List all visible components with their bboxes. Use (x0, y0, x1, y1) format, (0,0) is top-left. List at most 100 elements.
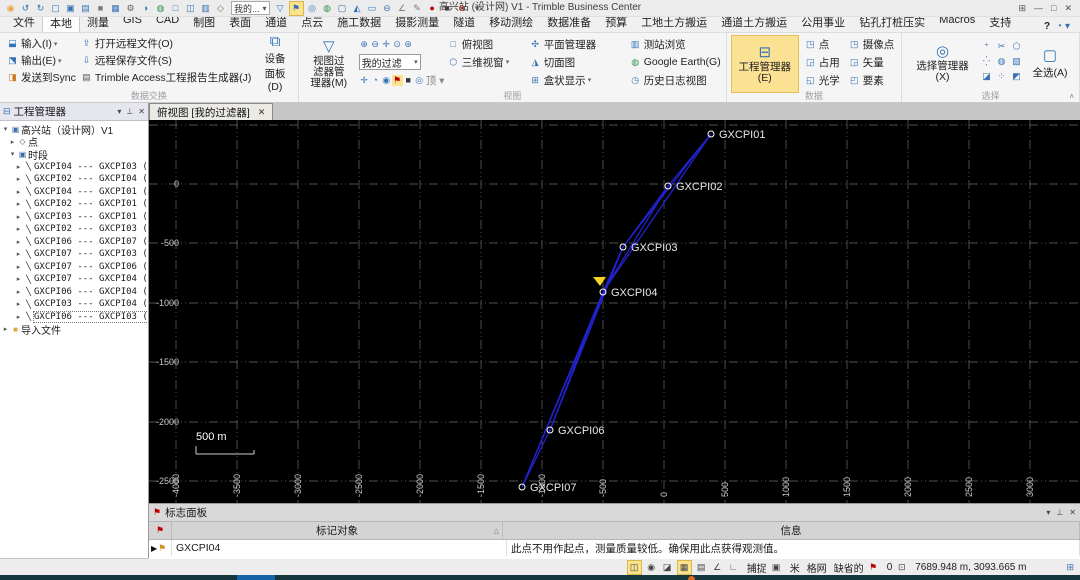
tree-expander-icon[interactable]: ▸ (8, 138, 17, 146)
cutting-plane-button[interactable]: ◮切面图 (527, 54, 627, 71)
eye-icon[interactable]: ◉ (381, 75, 392, 86)
tree-session-item[interactable]: ▸╲GXCPI02 --- GXCPI04 (… (0, 173, 148, 186)
save-icon[interactable]: ▦ (109, 2, 122, 15)
record-icon[interactable]: ● (426, 2, 439, 15)
window-layout-button[interactable]: ⊞ (1018, 3, 1026, 14)
doc-icon[interactable]: ▢ (336, 2, 349, 15)
sync-icon[interactable]: ◑ (139, 2, 152, 15)
station-view-button[interactable]: ▥测站浏览 (627, 36, 688, 53)
tree-expander-icon[interactable]: ▸ (14, 188, 23, 196)
selection-icon[interactable]: ◎ (306, 2, 319, 15)
zoom-extents-icon[interactable]: ⊛ (403, 39, 414, 50)
tree-session-item[interactable]: ▸╲GXCPI04 --- GXCPI01 (… (0, 186, 148, 199)
vectors-button[interactable]: ◲矢量 (846, 54, 886, 71)
plan-view-tab[interactable]: 俯视图 [我的过滤器] ✕ (149, 103, 273, 120)
taskbar-active-app[interactable] (237, 575, 275, 580)
tree-expander-icon[interactable]: ▾ (8, 150, 17, 158)
tree-session-item[interactable]: ▸╲GXCPI07 --- GXCPI04 (… (0, 273, 148, 286)
flagged-object-column-header[interactable]: 标记对象△ (172, 522, 503, 539)
select-line-icon[interactable]: ✂ (998, 41, 1006, 52)
box-display-button[interactable]: ⊞盒状显示▾ (527, 72, 627, 89)
import-icon[interactable]: ▢ (49, 2, 62, 15)
panel-close-icon[interactable]: ✕ (138, 107, 145, 116)
flags-dropdown-icon[interactable]: ▾ (1046, 508, 1050, 517)
tree-session-item[interactable]: ▸╲GXCPI02 --- GXCPI03 (… (0, 223, 148, 236)
tree-session-item[interactable]: ▸╲GXCPI04 --- GXCPI03 (… (0, 161, 148, 174)
view-filter-manager-button[interactable]: ▽ 视图过滤器管理器(M) (303, 35, 355, 91)
select-polygon-icon[interactable]: ⬠ (1013, 41, 1021, 52)
tab-close-icon[interactable]: ✕ (258, 107, 266, 118)
select-all-button[interactable]: ▢ 全选(A) (1024, 35, 1076, 91)
flags-close-icon[interactable]: ✕ (1069, 508, 1076, 517)
tree-session-item[interactable]: ▸╲GXCPI06 --- GXCPI07 (… (0, 236, 148, 249)
flag-count-icon[interactable]: ⚑ (867, 561, 880, 574)
select-points-icon[interactable]: ⁛ (983, 56, 990, 67)
status-far-right-icon[interactable]: ⊞ (1066, 562, 1074, 573)
tree-session-item[interactable]: ▸╲GXCPI02 --- GXCPI01 (… (0, 198, 148, 211)
trimble-access-report-button[interactable]: ▤Trimble Access工程报告生成器(J) (78, 69, 254, 86)
pen-icon[interactable]: ✎ (411, 2, 424, 15)
coordinate-icon[interactable]: ⊡ (895, 561, 908, 574)
zoom-out-icon[interactable]: ⊖ (370, 39, 381, 50)
grid-toggle-icon[interactable]: ▦ (677, 560, 692, 575)
layer-icon[interactable]: ▭ (366, 2, 379, 15)
tree-expander-icon[interactable]: ▸ (14, 275, 23, 283)
tree-root-project[interactable]: ▾▣高兴站（设计网）V1 (0, 123, 148, 136)
tree-expander-icon[interactable]: ▸ (14, 288, 23, 296)
project-manager-button[interactable]: ⊟ 工程管理器(E) (731, 35, 799, 93)
flags-table-row[interactable]: ▶⚑GXCPI04此点不用作起点，测量质量较低。确保用此点获得观测值。 (149, 540, 1080, 556)
tree-node-sessions[interactable]: ▾▣时段 (0, 148, 148, 161)
view-filter-dropdown[interactable]: 我的过滤▾ (359, 54, 421, 70)
flag-pane-icon[interactable]: ⚑ (289, 1, 304, 16)
select-similar-icon[interactable]: ⁘ (998, 71, 1006, 82)
select-sphere-icon[interactable]: ◍ (998, 56, 1006, 67)
select-invert-icon[interactable]: ◪ (982, 71, 991, 82)
help-button[interactable]: ? (1044, 21, 1050, 32)
baseline-vector-GXCPI01-GXCPI04[interactable] (603, 134, 711, 292)
dark-view-icon[interactable]: ■ (403, 75, 414, 85)
tree-session-item[interactable]: ▸╲GXCPI03 --- GXCPI01 (… (0, 211, 148, 224)
photo-icon[interactable]: ▥ (199, 2, 212, 15)
info-column-header[interactable]: 信息 (503, 522, 1080, 539)
baseline-vector-GXCPI04-GXCPI07[interactable] (522, 292, 603, 487)
undo-icon[interactable]: ↺ (19, 2, 32, 15)
pan-icon[interactable]: ✛ (381, 39, 392, 50)
send-to-sync-button[interactable]: ◨发送到Sync (4, 69, 78, 86)
points-button[interactable]: ◳点 (802, 36, 846, 53)
tree-expander-icon[interactable]: ▸ (14, 250, 23, 258)
select-box-icon[interactable]: ▧ (1012, 56, 1021, 67)
earth-icon[interactable]: ◍ (321, 2, 334, 15)
3d-view-button[interactable]: ⬡三维视窗▾ (445, 54, 527, 71)
flag-column-header[interactable]: ⚑ (149, 522, 172, 539)
tree-expander-icon[interactable]: ▸ (14, 313, 23, 321)
tree-session-item[interactable]: ▸╲GXCPI03 --- GXCPI04 (… (0, 298, 148, 311)
tree-expander-icon[interactable]: ▸ (14, 163, 23, 171)
flagged-object-cell[interactable]: GXCPI04 (172, 540, 507, 556)
settings-gear-icon[interactable]: ⚙ (124, 2, 137, 15)
restore-button[interactable]: □ (1051, 3, 1056, 13)
close-button[interactable]: ✕ (1064, 3, 1072, 14)
plan-view-canvas[interactable]: 0-500-1000-1500-2000-2500-4000-3500-3000… (149, 120, 1080, 503)
device-panel-button[interactable]: ⧉ 设备面板(D) (255, 35, 294, 91)
tree-expander-icon[interactable]: ▸ (14, 238, 23, 246)
contrast-icon[interactable]: ◪ (661, 561, 674, 574)
print-icon[interactable]: ⊖ (381, 2, 394, 15)
mail-icon[interactable]: ◇ (214, 2, 227, 15)
select-add-icon[interactable]: ⁺ (984, 41, 989, 52)
tree-node-points[interactable]: ▸◇点 (0, 136, 148, 149)
tree-expander-icon[interactable]: ▸ (14, 175, 23, 183)
select-region-icon[interactable]: ◩ (1012, 71, 1021, 82)
tree-expander-icon[interactable]: ▸ (14, 213, 23, 221)
top-label[interactable]: 顶 ▾ (426, 73, 445, 88)
camera-points-button[interactable]: ◳摄像点 (846, 36, 897, 53)
open-remote-file-button[interactable]: ⇪打开远程文件(O) (78, 35, 254, 52)
new-project-icon[interactable]: ▤ (79, 2, 92, 15)
history-log-button[interactable]: ◷历史日志视图 (627, 72, 709, 89)
crosshair-icon[interactable]: ✛ (359, 75, 370, 86)
tree-expander-icon[interactable]: ▸ (14, 225, 23, 233)
panel-pin-icon[interactable]: ⊥ (126, 107, 133, 116)
plane-manager-button[interactable]: ✣平面管理器 (527, 36, 627, 53)
orbit-icon[interactable]: ◔ (370, 75, 381, 85)
measure-icon[interactable]: ∠ (396, 2, 409, 15)
flags-pin-icon[interactable]: ⊥ (1056, 508, 1063, 517)
